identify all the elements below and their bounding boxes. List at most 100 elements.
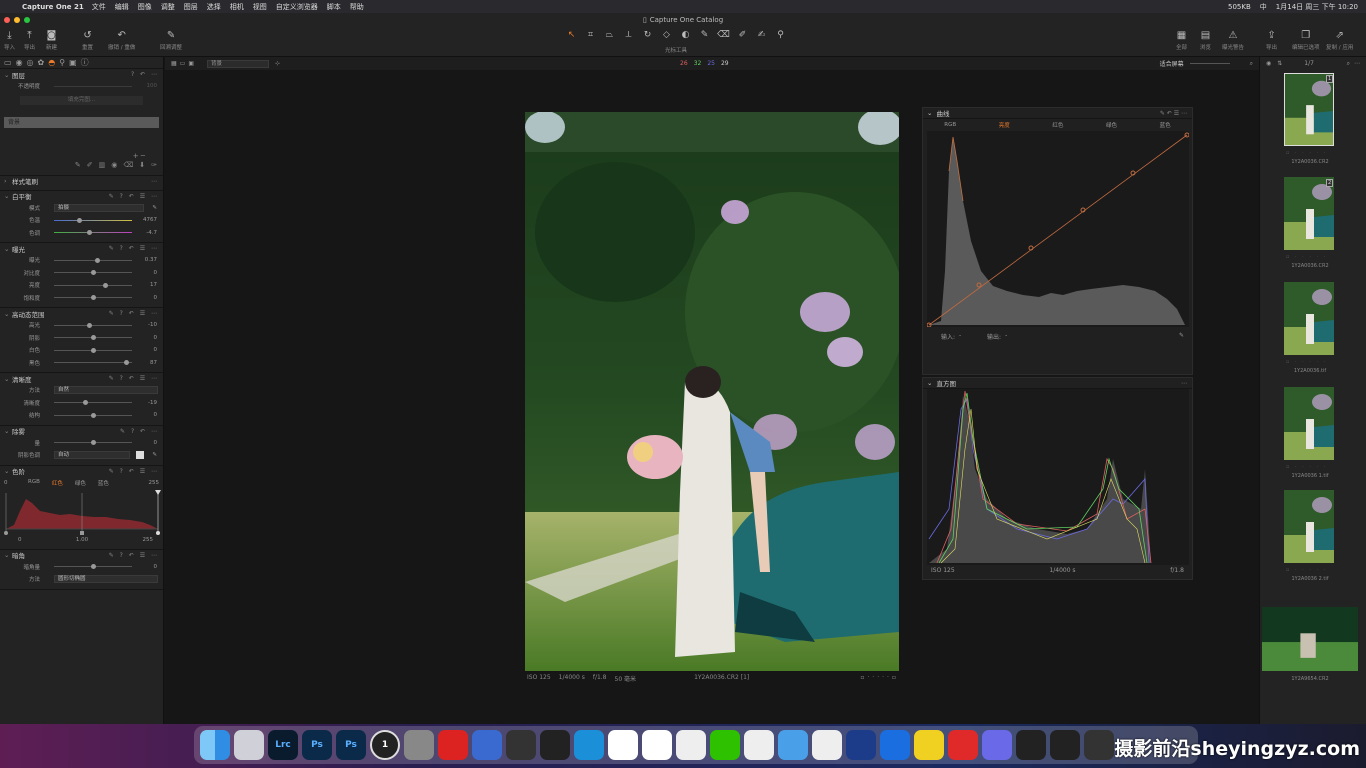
viewer-layout-icons[interactable]: ▦▭▣ — [171, 60, 197, 67]
thumbnail-rating[interactable]: ▫ · · · · · — [1286, 150, 1327, 156]
dock-app-launchpad[interactable] — [234, 730, 264, 760]
dock-app-capture-one[interactable]: 1 — [370, 730, 400, 760]
dehaze-picker-icon[interactable]: ✎ — [152, 452, 163, 458]
menu-item[interactable]: 相机 — [230, 2, 244, 12]
layer-brush-icon[interactable]: ✎ — [75, 161, 81, 172]
curve-graph[interactable] — [927, 131, 1189, 327]
adjustment-slider[interactable] — [54, 347, 132, 353]
dock-app-lightroom-classic[interactable]: Lrc — [268, 730, 298, 760]
slider-knob[interactable] — [91, 295, 96, 301]
adjustment-slider[interactable] — [54, 360, 132, 366]
slider-knob[interactable] — [91, 412, 96, 418]
dock-app-photoshop-2[interactable]: Ps — [336, 730, 366, 760]
adjustment-slider[interactable] — [54, 400, 132, 406]
straighten-tool-icon[interactable]: ⟂ — [622, 30, 635, 40]
adjustment-slider[interactable] — [54, 295, 132, 301]
thumbnail-rating[interactable]: ▫ · · · · · — [1286, 464, 1327, 470]
slider-value[interactable]: 4767 — [143, 217, 163, 223]
vignette-method-select[interactable]: 圆形切椭圆 — [54, 575, 158, 584]
share-button[interactable]: ⇪ 导出 — [1266, 29, 1277, 51]
details-tab-icon[interactable]: ⚲ — [59, 58, 65, 67]
menubar-status-item[interactable]: 中 — [1260, 2, 1267, 12]
capture-tab-icon[interactable]: ◉ — [16, 58, 23, 67]
mask-tool-icon[interactable]: ◐ — [679, 30, 692, 40]
dock-app-chrome[interactable] — [676, 730, 706, 760]
close-window-button[interactable] — [4, 17, 10, 23]
menu-item[interactable]: 图像 — [138, 2, 152, 12]
layer-fill-icon[interactable]: ⬇ — [139, 161, 145, 172]
histogram-more-icon[interactable]: ⋯ — [1181, 380, 1192, 387]
opacity-slider[interactable] — [54, 85, 132, 87]
slider-value[interactable]: 0 — [154, 564, 164, 570]
color-picker-icon[interactable]: ✎ — [698, 30, 711, 40]
section-actions-icon[interactable]: ✎ ? ↶ ☰ ⋯ — [109, 310, 163, 317]
background-layer[interactable]: 背景 — [4, 116, 159, 128]
layer-radial-icon[interactable]: ◉ — [111, 161, 117, 172]
layer-picker-icon[interactable]: ✑ — [151, 161, 157, 172]
clarity-method-select[interactable]: 自然 — [54, 386, 158, 395]
dock-app-app-13[interactable] — [608, 730, 638, 760]
menubar-status-item[interactable]: 505KB — [1228, 3, 1251, 11]
layer-tool-icon[interactable]: ◇ — [660, 30, 673, 40]
adjustment-slider[interactable] — [54, 230, 132, 236]
slider-value[interactable]: -10 — [148, 322, 163, 328]
dock-app-finder[interactable] — [200, 730, 230, 760]
section-actions-icon[interactable]: ✎ ? ↶ ☰ ⋯ — [109, 552, 163, 559]
menu-item[interactable]: 脚本 — [327, 2, 341, 12]
dock-app-app-24[interactable] — [982, 730, 1012, 760]
export-button[interactable]: ⤒ 导出 — [24, 29, 35, 51]
curve-picker-icon[interactable]: ✎ — [1179, 332, 1192, 341]
pan-tool-icon[interactable]: ↖ — [565, 30, 578, 40]
slider-knob[interactable] — [91, 440, 96, 446]
curve-tab[interactable]: RGB — [944, 122, 956, 128]
exposure-tab-icon[interactable]: ◓ — [48, 58, 55, 67]
slider-value[interactable]: 0 — [154, 347, 164, 353]
edit-selected-button[interactable]: ❐ 编辑已选项 — [1292, 29, 1320, 51]
slider-value[interactable]: 17 — [150, 282, 163, 288]
menu-item[interactable]: 自定义浏览器 — [276, 2, 318, 12]
dehaze-header[interactable]: ⌄ 除雾 ✎ ? ↶ ⋯ — [0, 426, 163, 437]
filmstrip-search-icon[interactable]: ⌕ — [1347, 60, 1350, 68]
layer-linear-icon[interactable]: ▥ — [99, 161, 106, 172]
section-actions-icon[interactable]: ✎ ? ↶ ☰ ⋯ — [109, 468, 163, 475]
filmstrip-thumbnail[interactable] — [1284, 73, 1334, 146]
hdr-header[interactable]: ⌄ 高动态范围 ✎ ? ↶ ☰ ⋯ — [0, 308, 163, 319]
slider-knob[interactable] — [83, 400, 89, 406]
menu-item[interactable]: 视图 — [253, 2, 267, 12]
dock-app-app-27[interactable] — [1084, 730, 1114, 760]
levels-channel-tab[interactable]: 绿色 — [75, 479, 86, 487]
curve-tab[interactable]: 亮度 — [999, 121, 1010, 129]
camera-button[interactable]: ◙ 新建 — [46, 29, 57, 51]
levels-max-output[interactable]: 255 — [143, 537, 154, 546]
levels-channel-tab[interactable]: 红色 — [52, 479, 63, 487]
dock-app-final-cut[interactable] — [540, 730, 570, 760]
thumbnail-rating[interactable]: ▫ · · · · · — [1286, 254, 1327, 260]
menu-item[interactable]: 图层 — [184, 2, 198, 12]
layer-gradient-icon[interactable]: ✐ — [87, 161, 93, 172]
photo-rating-icons[interactable]: ▫·····▫ — [860, 674, 899, 683]
zoom-slider[interactable] — [1189, 63, 1230, 64]
section-more-icon[interactable]: ⋯ — [151, 178, 163, 185]
section-actions-icon[interactable]: ✎ ? ↶ ☰ ⋯ — [109, 375, 163, 382]
styles-header[interactable]: › 样式笔刷 ⋯ — [0, 176, 163, 187]
annotation-tool-icon[interactable]: ✍ — [755, 30, 768, 40]
curve-tab[interactable]: 红色 — [1052, 121, 1063, 129]
browser-button[interactable]: ▤ 浏览 — [1200, 29, 1211, 51]
filmstrip-sort-icon[interactable]: ⇅ — [1277, 60, 1282, 67]
zoom-window-button[interactable] — [24, 17, 30, 23]
lens-tab-icon[interactable]: ◎ — [27, 58, 34, 67]
undo-button[interactable]: ↶ 撤销 / 重做 — [108, 29, 135, 51]
filmstrip-thumbnail[interactable] — [1284, 387, 1334, 460]
levels-channel-tab[interactable]: RGB — [28, 479, 40, 487]
levels-mid[interactable]: 1.00 — [76, 537, 88, 546]
copy-apply-button[interactable]: ⇗ 复制 / 应用 — [1326, 29, 1353, 51]
fill-mask-button[interactable]: 填充完图... — [20, 95, 143, 105]
dock-app-app-22[interactable] — [914, 730, 944, 760]
slider-knob[interactable] — [102, 282, 108, 288]
dock-app-app-9[interactable] — [472, 730, 502, 760]
curve-header[interactable]: ⌄ 曲线 ✎ ↶ ☰ ⋯ — [923, 108, 1192, 119]
brush-button[interactable]: ✎ 回溯调整 — [160, 29, 182, 51]
levels-channel-tab[interactable]: 蓝色 — [98, 479, 109, 487]
layers-header[interactable]: ⌄ 图层 ? ↶ ⋯ — [0, 69, 163, 80]
clarity-header[interactable]: ⌄ 清晰度 ✎ ? ↶ ☰ ⋯ — [0, 373, 163, 384]
